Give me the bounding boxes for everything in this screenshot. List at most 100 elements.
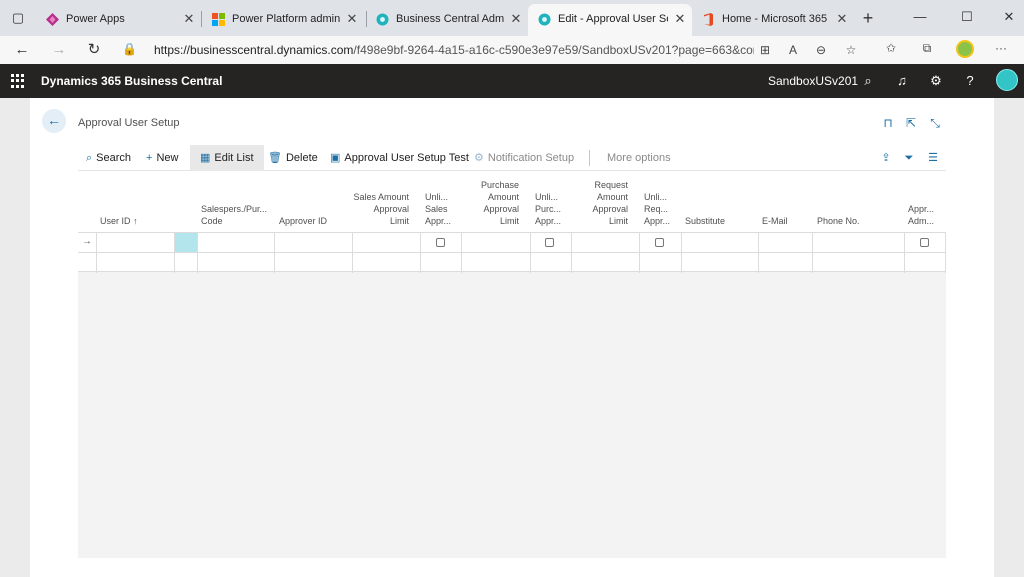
microsoft-logo-icon [212,13,225,26]
browser-toolbar: ← → ↻ 🔒 https://businesscentral.dynamics… [0,36,1024,64]
user-avatar[interactable] [996,69,1018,91]
unlimited-purchase-checkbox[interactable] [545,238,554,247]
business-central-icon [538,13,551,26]
minimize-icon[interactable]: — [908,6,932,28]
refresh-icon[interactable]: ↻ [82,38,106,62]
browser-tab-power-apps[interactable]: Power Apps ✕ [36,4,200,36]
selected-cell[interactable] [175,233,197,253]
tab-label: Home - Microsoft 365 adm [722,13,830,25]
environment-name: SandboxUSv201 [768,74,859,88]
cell-border [681,253,682,273]
approval-admin-checkbox[interactable] [920,238,929,247]
tab-label: Edit - Approval User Setup [558,13,668,25]
list-view-icon[interactable]: ☰ [924,149,942,167]
delete-button[interactable]: 🗑 Delete [268,145,318,171]
collections-icon[interactable]: ⧉ [918,39,936,57]
column-header-unlimited-request[interactable]: Unli... Req... Appr... [644,191,670,227]
table-row[interactable] [78,252,946,273]
browser-tab-m365-admin[interactable]: Home - Microsoft 365 adm ✕ [692,4,854,36]
cell-border [639,253,640,273]
edit-list-button[interactable]: ▦ Edit List [190,145,264,171]
cell-border [904,253,905,273]
cell-border [945,253,946,273]
column-header-user-id[interactable]: User ID ↑ [100,215,138,227]
action-divider [589,150,590,166]
open-new-window-icon[interactable]: ⇱ [902,114,920,132]
back-arrow-icon[interactable]: ← [42,109,66,133]
grid-body: → [78,232,946,273]
collapse-icon[interactable]: ⤡ [926,114,944,132]
table-row[interactable]: → [78,232,946,253]
browser-tab-approval-user-setup[interactable]: Edit - Approval User Setup ✕ [528,4,692,36]
cell-border [197,233,198,253]
column-header-phone[interactable]: Phone No. [817,215,860,227]
close-tab-icon[interactable]: ✕ [181,11,197,27]
unlimited-request-checkbox[interactable] [655,238,664,247]
profile-avatar[interactable] [956,40,974,58]
cell-border [174,233,175,253]
notification-setup-button[interactable]: ⚙ Notification Setup [474,145,574,171]
column-header-sales-amount-limit[interactable]: Sales Amount Approval Limit [351,191,409,227]
approval-user-setup-test-button[interactable]: ▣ Approval User Setup Test [330,145,469,171]
column-header-substitute[interactable]: Substitute [685,215,725,227]
column-header-approval-admin[interactable]: Appr... Adm... [908,203,934,227]
favorites-icon[interactable]: ✩ [882,39,900,57]
unlimited-sales-checkbox[interactable] [436,238,445,247]
zoom-icon[interactable]: ⊖ [812,41,830,59]
new-button[interactable]: + New [146,145,178,171]
column-header-request-amount-limit[interactable]: Request Amount Approval Limit [582,179,628,227]
close-window-icon[interactable]: ✕ [997,6,1021,28]
url-text[interactable]: https://businesscentral.dynamics.com/f49… [154,43,754,57]
gears-icon: ⚙ [474,152,484,164]
more-options-button[interactable]: More options [607,145,671,171]
plus-icon: + [146,152,153,164]
cell-border [945,233,946,253]
cell-border [530,253,531,273]
help-icon[interactable]: ? [960,71,980,91]
gear-icon[interactable]: ⚙ [926,71,946,91]
close-tab-icon[interactable]: ✕ [672,11,688,27]
address-bar[interactable]: 🔒 https://businesscentral.dynamics.com/f… [116,38,872,62]
share-icon[interactable]: ⇪ [877,149,895,167]
column-header-unlimited-sales[interactable]: Unli... Sales Appr... [425,191,451,227]
approval-user-grid: User ID ↑ Salespers./Pur... Code Approver… [78,172,946,558]
row-indicator-arrow-icon: → [82,236,92,247]
cell-border [197,253,198,273]
search-icon[interactable]: ⌕ [858,71,878,91]
app-title[interactable]: Dynamics 365 Business Central [41,74,222,88]
maximize-icon[interactable]: ☐ [955,6,979,28]
column-header-purchase-amount-limit[interactable]: Purchase Amount Approval Limit [473,179,519,227]
favorite-star-icon[interactable]: ☆ [842,41,860,59]
column-header-approver-id[interactable]: Approver ID [279,215,327,227]
browser-tab-bc-admin[interactable]: Business Central Admin Ce ✕ [366,4,528,36]
bookmark-icon[interactable]: ⊓ [879,114,897,132]
grid-header: User ID ↑ Salespers./Pur... Code Approver… [78,172,946,232]
power-apps-icon [46,13,59,26]
app-available-icon[interactable]: ⊞ [756,41,774,59]
column-header-unlimited-purchase[interactable]: Unli... Purc... Appr... [535,191,561,227]
forward-icon[interactable]: → [47,38,71,62]
tab-label: Business Central Admin Ce [396,13,504,25]
cell-border [461,233,462,253]
more-menu-icon[interactable]: ··· [992,39,1010,57]
cell-border [812,253,813,273]
app-launcher-icon[interactable] [11,74,25,88]
browser-tab-power-platform[interactable]: Power Platform admin cen ✕ [202,4,366,36]
back-icon[interactable]: ← [10,38,34,62]
filter-icon[interactable]: ⏷ [900,149,918,167]
search-button[interactable]: ⌕ Search [86,145,131,171]
close-tab-icon[interactable]: ✕ [834,11,850,27]
column-header-salespers-code[interactable]: Salespers./Pur... Code [201,203,267,227]
tab-actions-icon[interactable]: ▢ [8,8,28,28]
close-tab-icon[interactable]: ✕ [508,11,524,27]
close-tab-icon[interactable]: ✕ [344,11,360,27]
cell-border [274,233,275,253]
cell-border [571,233,572,253]
read-aloud-icon[interactable]: A [784,41,802,59]
cell-border [461,253,462,273]
new-tab-icon[interactable]: + [858,8,878,28]
column-header-email[interactable]: E-Mail [762,215,788,227]
cell-border [352,253,353,273]
office-icon [704,13,713,26]
bell-icon[interactable]: ♫ [892,71,912,91]
